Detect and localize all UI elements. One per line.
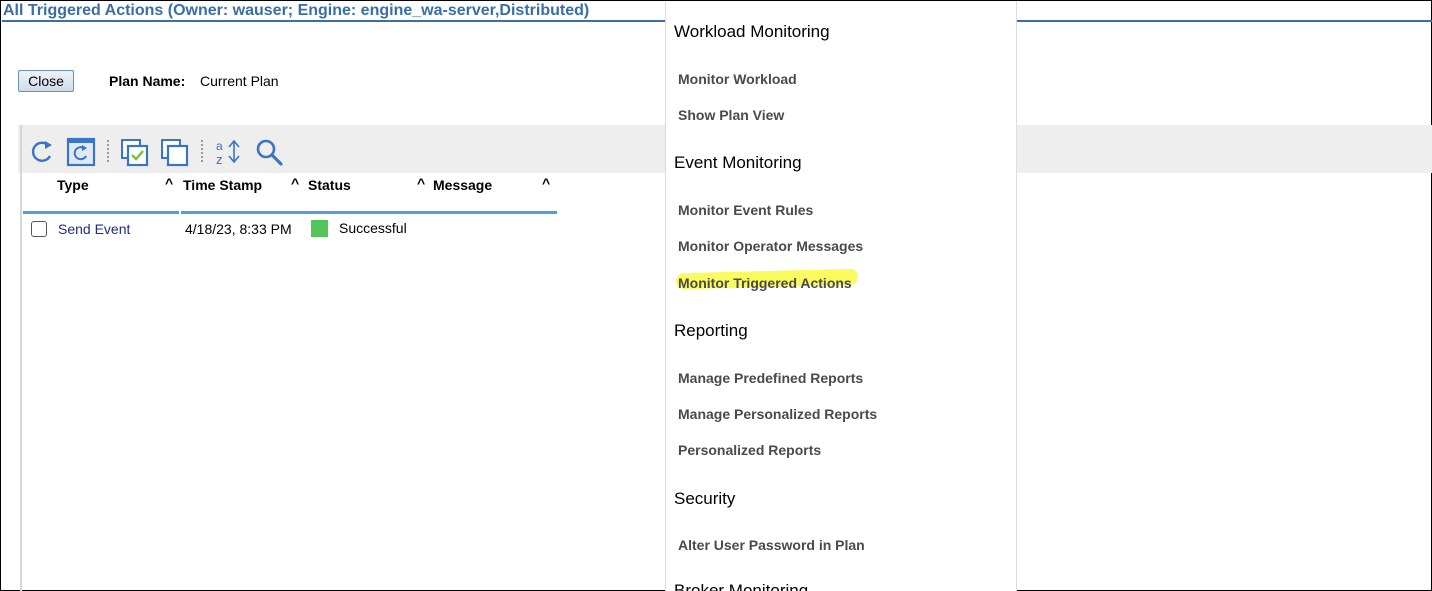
sort-caret-icon[interactable]: ^ [542,175,550,191]
menu-section-broker-monitoring: Broker Monitoring [674,581,809,591]
column-header-time-stamp[interactable]: Time Stamp [183,177,262,193]
status-success-icon [311,220,328,237]
sort-caret-icon[interactable]: ^ [165,175,173,191]
menu-item-monitor-operator-messages[interactable]: Monitor Operator Messages [678,238,863,254]
sort-caret-icon[interactable]: ^ [291,175,299,191]
select-all-icon[interactable] [120,137,150,167]
plan-name-value: Current Plan [200,73,279,89]
sort-icon[interactable]: a z [213,137,243,167]
svg-text:a: a [216,139,223,153]
status-cell: Successful [339,220,407,236]
menu-item-personalized-reports[interactable]: Personalized Reports [678,442,821,458]
type-link[interactable]: Send Event [58,221,130,237]
content-left-border [20,125,22,591]
menu-item-show-plan-view[interactable]: Show Plan View [678,107,784,123]
close-button[interactable]: Close [18,70,74,92]
menu-item-monitor-workload[interactable]: Monitor Workload [678,71,797,87]
deselect-all-icon[interactable] [160,137,190,167]
page-title: All Triggered Actions (Owner: wauser; En… [3,2,590,19]
column-header-status[interactable]: Status [308,177,351,193]
auto-refresh-icon[interactable] [66,137,96,167]
menu-item-monitor-triggered-actions[interactable]: Monitor Triggered Actions [678,275,852,291]
column-header-type[interactable]: Type [57,177,89,193]
column-header-message[interactable]: Message [433,177,492,193]
menu-section-reporting: Reporting [674,321,748,340]
column-divider [181,211,557,214]
menu-section-security: Security [674,489,736,508]
row-checkbox[interactable] [31,221,47,237]
toolbar-separator [201,140,203,164]
navigation-menu: Workload Monitoring Monitor Workload Sho… [665,1,1017,591]
menu-item-manage-personalized-reports[interactable]: Manage Personalized Reports [678,406,877,422]
menu-item-manage-predefined-reports[interactable]: Manage Predefined Reports [678,370,863,386]
menu-section-event-monitoring: Event Monitoring [674,153,802,172]
search-icon[interactable] [254,137,284,167]
menu-item-monitor-event-rules[interactable]: Monitor Event Rules [678,202,813,218]
app-window: All Triggered Actions (Owner: wauser; En… [0,0,1432,591]
toolbar-separator [107,140,109,164]
sort-caret-icon[interactable]: ^ [417,175,425,191]
menu-section-workload-monitoring: Workload Monitoring [674,22,830,41]
plan-name-label: Plan Name: [109,73,186,89]
menu-item-alter-user-password[interactable]: Alter User Password in Plan [678,537,865,553]
column-divider [23,211,179,214]
svg-text:z: z [216,152,223,167]
time-stamp-cell: 4/18/23, 8:33 PM [185,221,292,237]
refresh-icon[interactable] [27,137,57,167]
